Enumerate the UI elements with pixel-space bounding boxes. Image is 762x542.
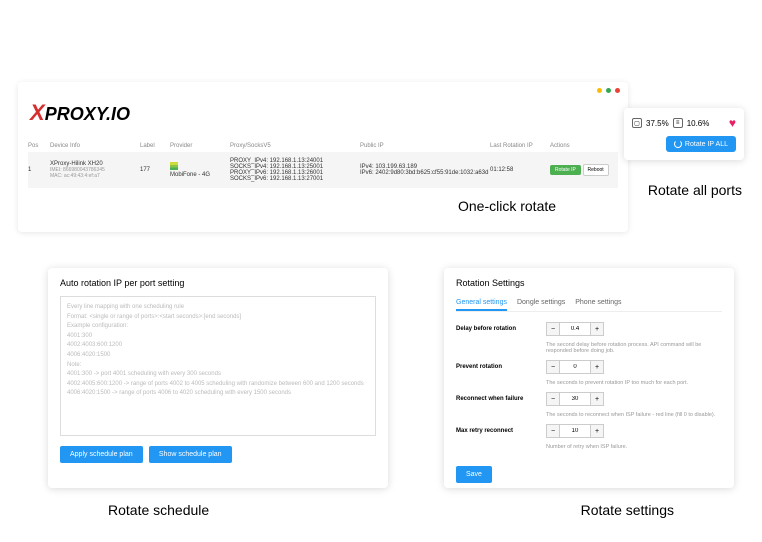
cell-label: 177 [140,167,170,173]
prevent-stepper[interactable]: −+ [546,360,604,374]
tab-general[interactable]: General settings [456,296,507,311]
schedule-title: Auto rotation IP per port setting [60,278,376,288]
mem-icon: ≡ [673,118,683,128]
show-schedule-button[interactable]: Show schedule plan [149,446,232,463]
prevent-input[interactable] [560,360,590,374]
schedule-panel: Auto rotation IP per port setting Every … [48,268,388,488]
cell-proxy: PROXY_IPv4: 192.168.1.13:24001 SOCKS_IPv… [230,158,360,182]
stats-panel: ▢ 37.5% ≡ 10.6% ♥ Rotate IP ALL [624,108,744,160]
stats-row: ▢ 37.5% ≡ 10.6% ♥ [632,116,736,130]
tab-dongle[interactable]: Dongle settings [517,296,565,311]
annotation-settings: Rotate settings [581,502,674,518]
cell-rotation: 01:12:58 [490,167,550,173]
plus-button[interactable]: + [590,392,604,406]
delay-stepper[interactable]: −+ [546,322,604,336]
reconnect-input[interactable] [560,392,590,406]
logo: XPROXY.IO [30,100,130,126]
table-header: Pos Device Info Label Provider Proxy/Soc… [28,140,618,152]
rotate-all-button[interactable]: Rotate IP ALL [666,136,736,152]
reconnect-label: Reconnect when failure [456,396,546,402]
th-proxy: Proxy/SocksV5 [230,143,360,149]
delay-hint: The second delay before rotation process… [546,342,722,354]
cpu-icon: ▢ [632,118,642,128]
heart-icon: ♥ [729,116,736,130]
annotation-rotateall: Rotate all ports [648,182,742,198]
save-button[interactable]: Save [456,466,492,483]
plus-button[interactable]: + [590,360,604,374]
prevent-label: Prevent rotation [456,364,546,370]
retry-hint: Number of retry when ISP failure. [546,444,722,450]
retry-input[interactable] [560,424,590,438]
signal-icon [170,162,178,170]
th-rotation: Last Rotation IP [490,143,550,149]
plus-button[interactable]: + [590,322,604,336]
table-row: 1 XProxy-Hilink XH20 IMEI: 8669800437863… [28,152,618,188]
th-provider: Provider [170,143,230,149]
refresh-icon [674,140,682,148]
tab-phone[interactable]: Phone settings [575,296,621,311]
proxy-table: Pos Device Info Label Provider Proxy/Soc… [28,140,618,188]
rotate-ip-button[interactable]: Rotate IP [550,165,581,175]
minimize-dot[interactable] [597,88,602,93]
minus-button[interactable]: − [546,392,560,406]
cell-actions: Rotate IP Reboot [550,164,618,176]
reboot-button[interactable]: Reboot [583,164,609,176]
th-actions: Actions [550,143,618,149]
apply-schedule-button[interactable]: Apply schedule plan [60,446,143,463]
th-label: Label [140,143,170,149]
settings-panel: Rotation Settings General settings Dongl… [444,268,734,488]
retry-label: Max retry reconnect [456,428,546,434]
reconnect-stepper[interactable]: −+ [546,392,604,406]
reconnect-hint: The seconds to reconnect when ISP failur… [546,412,722,418]
th-ip: Public IP [360,143,490,149]
close-dot[interactable] [615,88,620,93]
settings-title: Rotation Settings [456,278,722,288]
cell-ip: IPv4: 103.199.63.189 IPv6: 2402:9d80:3bd… [360,164,490,176]
th-pos: Pos [28,143,50,149]
maximize-dot[interactable] [606,88,611,93]
delay-input[interactable] [560,322,590,336]
mem-value: 10.6% [687,119,710,128]
retry-stepper[interactable]: −+ [546,424,604,438]
cpu-value: 37.5% [646,119,669,128]
cell-pos: 1 [28,167,50,173]
cell-device: XProxy-Hilink XH20 IMEI: 866980043786345… [50,161,140,179]
schedule-textarea[interactable]: Every line mapping with one scheduling r… [60,296,376,436]
minus-button[interactable]: − [546,424,560,438]
th-device: Device Info [50,143,140,149]
cell-provider: MobiFone - 4G [170,162,230,178]
plus-button[interactable]: + [590,424,604,438]
device-mac: MAC: ac:49:43:4:ef:a7 [50,173,140,179]
annotation-schedule: Rotate schedule [108,502,209,518]
minus-button[interactable]: − [546,360,560,374]
provider-name: MobiFone - 4G [170,172,210,178]
delay-label: Delay before rotation [456,326,546,332]
settings-tabs: General settings Dongle settings Phone s… [456,296,722,312]
prevent-hint: The seconds to prevent rotation IP too m… [546,380,722,386]
window-controls [597,88,620,93]
annotation-oneclick: One-click rotate [458,198,556,214]
minus-button[interactable]: − [546,322,560,336]
